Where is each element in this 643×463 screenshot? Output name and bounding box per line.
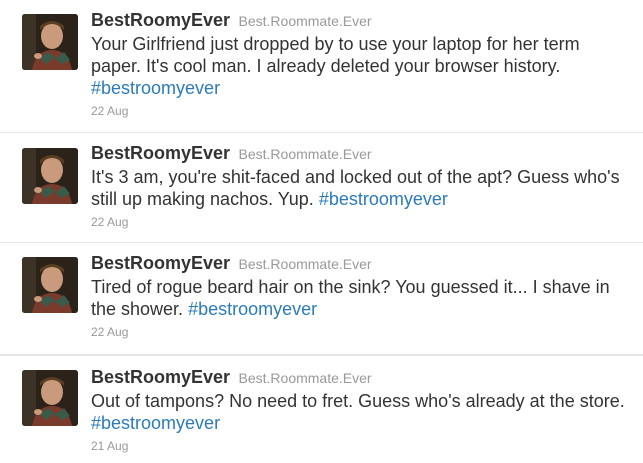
avatar[interactable]	[22, 370, 78, 426]
hashtag-link[interactable]: #bestroomyever	[188, 299, 317, 319]
tweet-timeline: BestRoomyEver Best.Roommate.Ever Your Gi…	[0, 0, 643, 463]
tweet-text-body: Tired of rogue beard hair on the sink? Y…	[91, 277, 610, 319]
tweet-text: Out of tampons? No need to fret. Guess w…	[91, 390, 631, 434]
tweet-header: BestRoomyEver Best.Roommate.Ever	[91, 142, 631, 166]
tweet-timestamp[interactable]: 22 Aug	[91, 325, 631, 339]
tweet-fullname[interactable]: BestRoomyEver	[91, 253, 230, 273]
tweet-timestamp[interactable]: 22 Aug	[91, 104, 631, 118]
tweet-fullname[interactable]: BestRoomyEver	[91, 10, 230, 30]
tweet-timestamp[interactable]: 22 Aug	[91, 215, 631, 229]
avatar[interactable]	[22, 14, 78, 70]
tweet-text: It's 3 am, you're shit-faced and locked …	[91, 166, 631, 210]
avatar[interactable]	[22, 148, 78, 204]
tweet-text: Tired of rogue beard hair on the sink? Y…	[91, 276, 631, 320]
tweet-header: BestRoomyEver Best.Roommate.Ever	[91, 366, 631, 390]
tweet-item[interactable]: BestRoomyEver Best.Roommate.Ever Your Gi…	[0, 0, 643, 132]
tweet-text-body: Your Girlfriend just dropped by to use y…	[91, 34, 580, 76]
tweet-header: BestRoomyEver Best.Roommate.Ever	[91, 9, 631, 33]
tweet-username[interactable]: Best.Roommate.Ever	[239, 13, 372, 29]
tweet-username[interactable]: Best.Roommate.Ever	[239, 370, 372, 386]
avatar[interactable]	[22, 257, 78, 313]
tweet-item[interactable]: BestRoomyEver Best.Roommate.Ever Out of …	[0, 357, 643, 463]
tweet-username[interactable]: Best.Roommate.Ever	[239, 146, 372, 162]
tweet-fullname[interactable]: BestRoomyEver	[91, 143, 230, 163]
tweet-header: BestRoomyEver Best.Roommate.Ever	[91, 252, 631, 276]
hashtag-link[interactable]: #bestroomyever	[91, 78, 220, 98]
tweet-timestamp[interactable]: 21 Aug	[91, 439, 631, 453]
tweet-content: BestRoomyEver Best.Roommate.Ever Your Gi…	[91, 9, 631, 118]
tweet-text-body: Out of tampons? No need to fret. Guess w…	[91, 391, 625, 411]
tweet-item[interactable]: BestRoomyEver Best.Roommate.Ever It's 3 …	[0, 133, 643, 242]
tweet-fullname[interactable]: BestRoomyEver	[91, 367, 230, 387]
tweet-content: BestRoomyEver Best.Roommate.Ever Out of …	[91, 366, 631, 453]
hashtag-link[interactable]: #bestroomyever	[91, 413, 220, 433]
tweet-text: Your Girlfriend just dropped by to use y…	[91, 33, 631, 99]
tweet-content: BestRoomyEver Best.Roommate.Ever Tired o…	[91, 252, 631, 339]
tweet-content: BestRoomyEver Best.Roommate.Ever It's 3 …	[91, 142, 631, 229]
hashtag-link[interactable]: #bestroomyever	[319, 189, 448, 209]
tweet-item[interactable]: BestRoomyEver Best.Roommate.Ever Tired o…	[0, 243, 643, 354]
tweet-username[interactable]: Best.Roommate.Ever	[239, 256, 372, 272]
divider	[0, 354, 643, 356]
